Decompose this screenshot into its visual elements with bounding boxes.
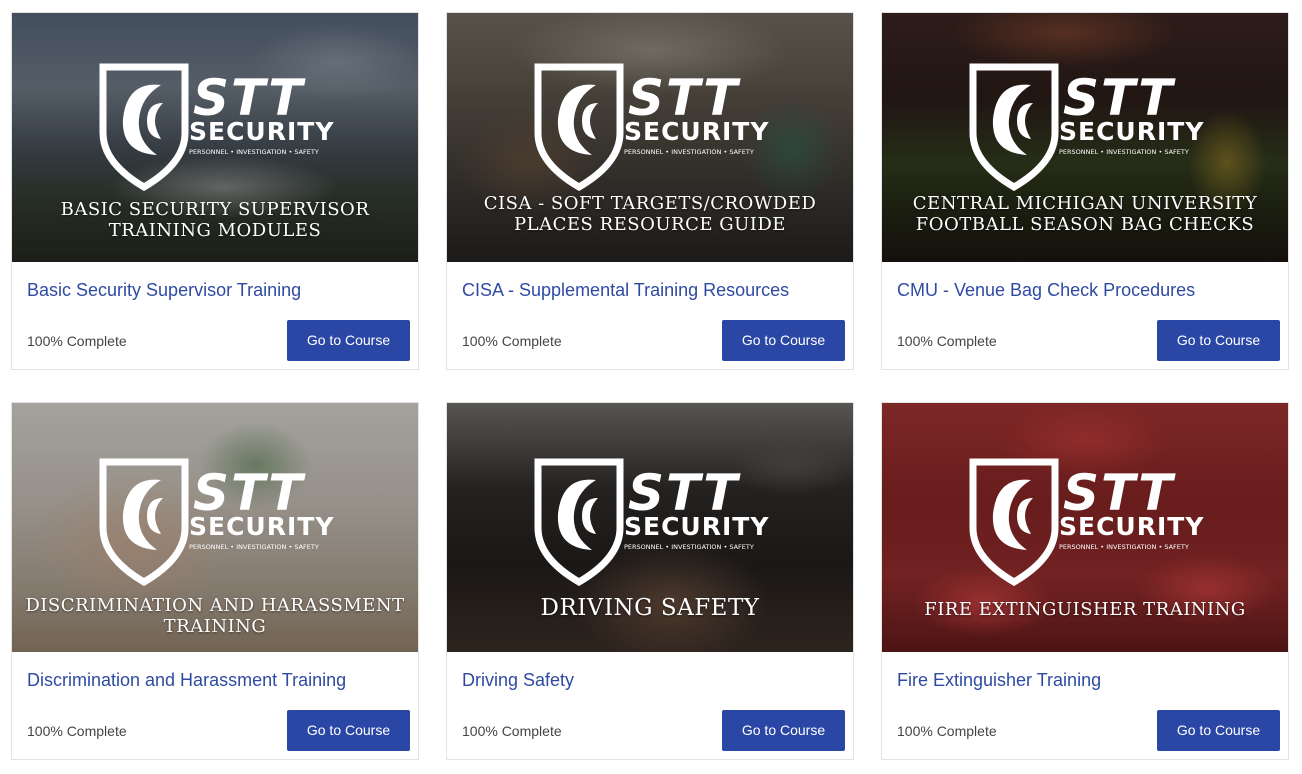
- logo-text-stt: STT: [628, 464, 740, 522]
- course-thumbnail[interactable]: STT SECURITY PERSONNEL • INVESTIGATION •…: [447, 403, 853, 652]
- course-card: STT SECURITY PERSONNEL • INVESTIGATION •…: [11, 12, 419, 370]
- logo-text-security: SECURITY: [624, 117, 770, 146]
- go-to-course-button[interactable]: Go to Course: [722, 710, 845, 751]
- stt-security-logo: STT SECURITY PERSONNEL • INVESTIGATION •…: [969, 458, 1205, 586]
- go-to-course-button[interactable]: Go to Course: [287, 710, 410, 751]
- progress-status: 100% Complete: [462, 723, 562, 739]
- logo-text-security: SECURITY: [189, 117, 335, 146]
- course-thumbnail[interactable]: STT SECURITY PERSONNEL • INVESTIGATION •…: [882, 13, 1288, 262]
- progress-status: 100% Complete: [27, 333, 127, 349]
- thumbnail-caption: Fire Extinguisher Training: [924, 599, 1246, 620]
- shield-icon: [99, 63, 189, 191]
- course-title[interactable]: Basic Security Supervisor Training: [27, 279, 301, 301]
- course-thumbnail[interactable]: STT SECURITY PERSONNEL • INVESTIGATION •…: [12, 403, 418, 652]
- course-title[interactable]: CISA - Supplemental Training Resources: [462, 279, 789, 301]
- course-thumbnail[interactable]: STT SECURITY PERSONNEL • INVESTIGATION •…: [882, 403, 1288, 652]
- logo-text-security: SECURITY: [1059, 512, 1205, 541]
- progress-status: 100% Complete: [462, 333, 562, 349]
- shield-icon: [969, 458, 1059, 586]
- go-to-course-button[interactable]: Go to Course: [722, 320, 845, 361]
- go-to-course-button[interactable]: Go to Course: [1157, 320, 1280, 361]
- course-card: STT SECURITY PERSONNEL • INVESTIGATION •…: [11, 402, 419, 760]
- logo-text-stt: STT: [193, 69, 305, 127]
- logo-tagline: PERSONNEL • INVESTIGATION • SAFETY: [624, 543, 754, 551]
- shield-icon: [534, 63, 624, 191]
- stt-security-logo: STT SECURITY PERSONNEL • INVESTIGATION •…: [969, 63, 1205, 191]
- thumbnail-caption: Discrimination and Harassment Training: [25, 595, 405, 637]
- progress-status: 100% Complete: [897, 723, 997, 739]
- logo-text-security: SECURITY: [1059, 117, 1205, 146]
- shield-icon: [969, 63, 1059, 191]
- course-title[interactable]: CMU - Venue Bag Check Procedures: [897, 279, 1195, 301]
- logo-tagline: PERSONNEL • INVESTIGATION • SAFETY: [189, 148, 319, 156]
- logo-text-stt: STT: [1063, 464, 1175, 522]
- logo-text-stt: STT: [1063, 69, 1175, 127]
- course-title[interactable]: Driving Safety: [462, 669, 574, 691]
- thumbnail-caption: Driving Safety: [540, 595, 760, 621]
- course-title[interactable]: Discrimination and Harassment Training: [27, 669, 346, 691]
- go-to-course-button[interactable]: Go to Course: [287, 320, 410, 361]
- course-grid: STT SECURITY PERSONNEL • INVESTIGATION •…: [0, 0, 1302, 774]
- logo-tagline: PERSONNEL • INVESTIGATION • SAFETY: [1059, 543, 1189, 551]
- progress-status: 100% Complete: [897, 333, 997, 349]
- course-card: STT SECURITY PERSONNEL • INVESTIGATION •…: [446, 12, 854, 370]
- thumbnail-caption: Basic Security Supervisor Training Modul…: [60, 199, 370, 241]
- course-thumbnail[interactable]: STT SECURITY PERSONNEL • INVESTIGATION •…: [12, 13, 418, 262]
- logo-text-stt: STT: [628, 69, 740, 127]
- logo-text-security: SECURITY: [189, 512, 335, 541]
- logo-tagline: PERSONNEL • INVESTIGATION • SAFETY: [624, 148, 754, 156]
- stt-security-logo: STT SECURITY PERSONNEL • INVESTIGATION •…: [534, 63, 770, 191]
- stt-security-logo: STT SECURITY PERSONNEL • INVESTIGATION •…: [534, 458, 770, 586]
- shield-icon: [534, 458, 624, 586]
- logo-tagline: PERSONNEL • INVESTIGATION • SAFETY: [1059, 148, 1189, 156]
- stt-security-logo: STT SECURITY PERSONNEL • INVESTIGATION •…: [99, 63, 335, 191]
- logo-text-stt: STT: [193, 464, 305, 522]
- thumbnail-caption: CISA - Soft Targets/Crowded Places Resou…: [483, 193, 817, 235]
- thumbnail-caption: Central Michigan University Football Sea…: [912, 193, 1258, 235]
- course-card: STT SECURITY PERSONNEL • INVESTIGATION •…: [881, 402, 1289, 760]
- stt-security-logo: STT SECURITY PERSONNEL • INVESTIGATION •…: [99, 458, 335, 586]
- shield-icon: [99, 458, 189, 586]
- logo-tagline: PERSONNEL • INVESTIGATION • SAFETY: [189, 543, 319, 551]
- course-card: STT SECURITY PERSONNEL • INVESTIGATION •…: [446, 402, 854, 760]
- logo-text-security: SECURITY: [624, 512, 770, 541]
- go-to-course-button[interactable]: Go to Course: [1157, 710, 1280, 751]
- course-thumbnail[interactable]: STT SECURITY PERSONNEL • INVESTIGATION •…: [447, 13, 853, 262]
- course-title[interactable]: Fire Extinguisher Training: [897, 669, 1101, 691]
- progress-status: 100% Complete: [27, 723, 127, 739]
- course-card: STT SECURITY PERSONNEL • INVESTIGATION •…: [881, 12, 1289, 370]
